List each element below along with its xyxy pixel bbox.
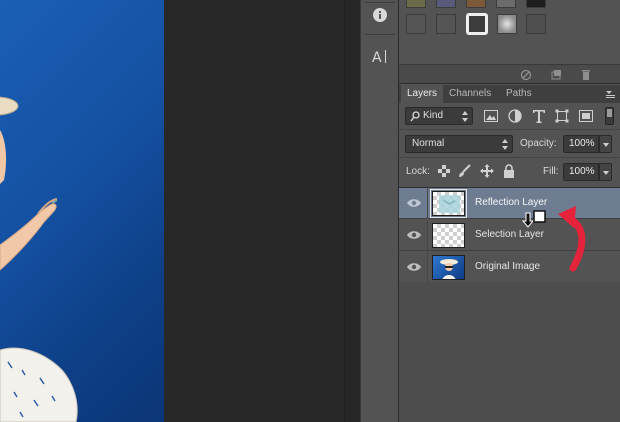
layer-filter-select[interactable]: Kind	[405, 107, 473, 125]
tab-paths[interactable]: Paths	[500, 85, 538, 103]
layer-thumbnail[interactable]	[430, 189, 467, 218]
updown-arrows-icon	[502, 139, 508, 150]
panel-menu-icon[interactable]	[604, 88, 616, 100]
filter-kind-label: Kind	[423, 110, 444, 121]
tab-layers[interactable]: Layers	[401, 85, 444, 103]
smart-object-filter-icon[interactable]	[578, 108, 594, 124]
eye-icon[interactable]	[407, 198, 421, 208]
adjustment-filter-icon[interactable]	[507, 108, 523, 124]
canvas-photo-image	[0, 96, 78, 422]
style-swatch[interactable]	[526, 0, 546, 8]
styles-panel-footer	[399, 64, 620, 84]
pasteboard	[164, 0, 344, 422]
styles-panel	[399, 0, 620, 64]
opacity-label: Opacity:	[520, 138, 557, 149]
layer-thumbnail[interactable]	[432, 223, 465, 248]
style-swatch-selected[interactable]	[466, 13, 488, 35]
lock-image-pixels-icon[interactable]	[458, 164, 472, 178]
fill-input[interactable]: 100%	[563, 163, 599, 181]
type-filter-icon[interactable]	[531, 108, 547, 124]
style-swatch[interactable]	[526, 14, 546, 34]
new-style-icon[interactable]	[550, 69, 562, 81]
info-icon[interactable]	[368, 3, 392, 27]
image-filter-icon[interactable]	[483, 108, 499, 124]
layers-panel-tabs: Layers Channels Paths	[399, 85, 620, 103]
style-swatch[interactable]	[436, 0, 456, 8]
eye-icon[interactable]	[407, 230, 421, 240]
style-swatch[interactable]	[496, 0, 516, 8]
updown-arrows-icon	[462, 111, 468, 122]
divider	[427, 220, 428, 251]
layer-thumbnail[interactable]	[432, 255, 465, 280]
style-swatch[interactable]	[466, 0, 486, 8]
divider	[427, 188, 428, 219]
red-arrow-icon	[558, 206, 586, 272]
panel-dock-column: A	[360, 0, 399, 422]
style-swatch[interactable]	[406, 0, 426, 8]
blend-mode-value: Normal	[412, 138, 445, 149]
style-swatch[interactable]	[497, 14, 517, 34]
opacity-input[interactable]: 100%	[563, 135, 599, 153]
drag-layer-cursor	[521, 210, 546, 228]
character-style-icon[interactable]: A	[368, 44, 392, 68]
clear-style-icon[interactable]	[520, 69, 532, 81]
svg-text:A: A	[372, 50, 382, 64]
style-swatch[interactable]	[406, 14, 426, 34]
tab-channels[interactable]: Channels	[443, 85, 497, 103]
fill-label: Fill:	[543, 166, 559, 177]
delete-style-icon[interactable]	[580, 69, 592, 81]
filter-toggle-switch[interactable]	[605, 107, 614, 125]
annotation-overlay	[521, 206, 586, 272]
opacity-dropdown-button[interactable]	[599, 135, 612, 153]
lock-label: Lock:	[406, 166, 430, 177]
lock-all-icon[interactable]	[502, 164, 516, 178]
document-canvas[interactable]	[0, 0, 164, 422]
style-swatch[interactable]	[436, 14, 456, 34]
search-icon	[410, 111, 420, 122]
divider	[399, 157, 620, 158]
divider	[427, 252, 428, 283]
fill-dropdown-button[interactable]	[599, 163, 612, 181]
shape-filter-icon[interactable]	[554, 108, 570, 124]
document-scrollbar[interactable]	[344, 0, 360, 422]
divider	[399, 129, 620, 130]
lock-transparent-pixels-icon[interactable]	[437, 164, 451, 178]
layers-list-empty-area	[399, 282, 620, 422]
blend-mode-select[interactable]: Normal	[405, 135, 513, 153]
lock-position-icon[interactable]	[480, 164, 494, 178]
dock-separator	[365, 34, 395, 35]
eye-icon[interactable]	[407, 262, 421, 272]
